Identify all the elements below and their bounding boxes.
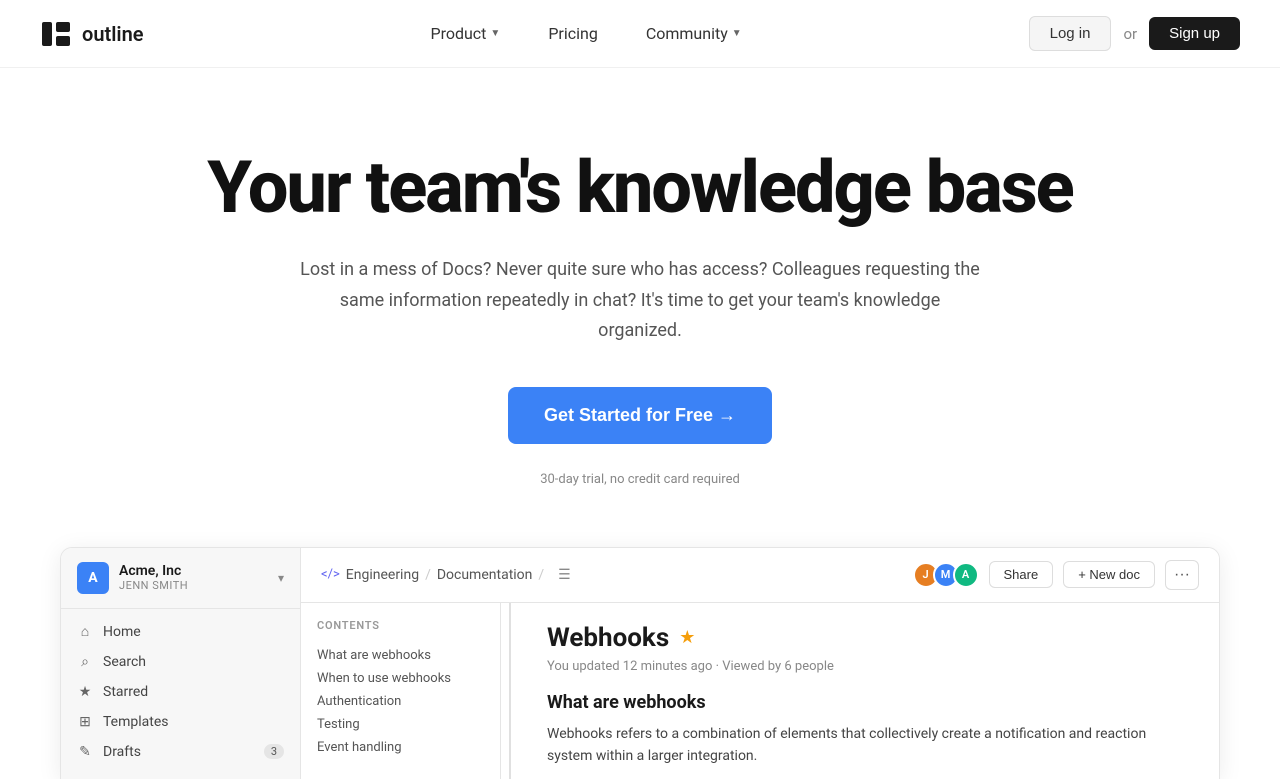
sidebar-item-home[interactable]: ⌂ Home [61,617,300,647]
get-started-button[interactable]: Get Started for Free → [508,387,772,444]
hero-subtitle: Lost in a mess of Docs? Never quite sure… [300,255,980,347]
toc-divider [509,603,511,779]
breadcrumb-collection[interactable]: Engineering [346,567,419,583]
doc-body: CONTENTS What are webhooks When to use w… [301,603,1219,779]
home-icon: ⌂ [77,624,93,640]
sidebar-item-drafts[interactable]: ✎ Drafts 3 [61,737,300,767]
table-of-contents: CONTENTS What are webhooks When to use w… [301,603,501,779]
workspace-chevron-icon: ▾ [278,571,284,585]
templates-icon: ⊞ [77,714,93,730]
signup-button[interactable]: Sign up [1149,17,1240,50]
star-icon: ★ [77,684,93,700]
search-icon: ⌕ [77,654,93,670]
collaborator-avatars: J M A [913,562,979,588]
doc-header-actions: J M A Share + New doc ··· [913,560,1199,590]
nav-product[interactable]: Product ▼ [410,16,520,51]
breadcrumb: </> Engineering / Documentation / ☰ [321,567,571,583]
collections-label: COLLECTIONS [61,775,300,779]
nav-pricing[interactable]: Pricing [528,16,618,51]
sidebar-item-templates[interactable]: ⊞ Templates [61,707,300,737]
toc-item-event-handling[interactable]: Event handling [317,736,484,759]
product-chevron-icon: ▼ [490,28,500,39]
login-button[interactable]: Log in [1029,16,1112,51]
share-button[interactable]: Share [989,561,1054,588]
auth-or-label: or [1123,25,1137,43]
sidebar-item-search[interactable]: ⌕ Search [61,647,300,677]
header: outline Product ▼ Pricing Community ▼ Lo… [0,0,1280,68]
breadcrumb-page[interactable]: Documentation [437,567,533,583]
breadcrumb-sep-2: / [538,567,544,583]
breadcrumb-menu-icon[interactable]: ☰ [558,567,571,583]
toc-item-when[interactable]: When to use webhooks [317,667,484,690]
toc-title: CONTENTS [317,619,484,632]
doc-header: </> Engineering / Documentation / ☰ J M … [301,548,1219,603]
doc-title-row: Webhooks ★ [547,623,1191,653]
code-icon: </> [321,567,340,582]
drafts-badge: 3 [264,744,284,759]
main-content: </> Engineering / Documentation / ☰ J M … [301,548,1219,779]
new-doc-button[interactable]: + New doc [1063,561,1155,588]
document-meta: You updated 12 minutes ago · Viewed by 6… [547,659,1191,674]
app-preview: A Acme, Inc JENN SMITH ▾ ⌂ Home ⌕ Search… [60,547,1220,779]
starred-icon[interactable]: ★ [679,627,695,648]
workspace-user: JENN SMITH [119,579,188,592]
toc-item-testing[interactable]: Testing [317,713,484,736]
section-title: What are webhooks [547,692,1191,713]
toc-item-webhooks[interactable]: What are webhooks [317,644,484,667]
nav-community[interactable]: Community ▼ [626,16,762,51]
breadcrumb-sep-1: / [425,567,431,583]
hero-section: Your team's knowledge base Lost in a mes… [0,68,1280,527]
main-nav: Product ▼ Pricing Community ▼ [410,16,761,51]
workspace-switcher[interactable]: A Acme, Inc JENN SMITH ▾ [61,548,300,609]
community-chevron-icon: ▼ [732,28,742,39]
outline-logo-icon [40,18,72,50]
workspace-avatar: A [77,562,109,594]
drafts-icon: ✎ [77,744,93,760]
logo-text: outline [82,22,144,46]
sidebar: A Acme, Inc JENN SMITH ▾ ⌂ Home ⌕ Search… [61,548,301,779]
hero-title: Your team's knowledge base [40,148,1240,227]
sidebar-nav: ⌂ Home ⌕ Search ★ Starred ⊞ Templates ✎ … [61,609,300,775]
hero-note: 30-day trial, no credit card required [40,472,1240,487]
document-body: Webhooks refers to a combination of elem… [547,723,1191,768]
workspace-name: Acme, Inc [119,563,188,579]
avatar-3: A [953,562,979,588]
toc-item-authentication[interactable]: Authentication [317,690,484,713]
more-options-button[interactable]: ··· [1165,560,1199,590]
document-title: Webhooks [547,623,669,653]
document-main: Webhooks ★ You updated 12 minutes ago · … [519,603,1219,779]
auth-area: Log in or Sign up [1029,16,1240,51]
logo[interactable]: outline [40,18,144,50]
sidebar-item-starred[interactable]: ★ Starred [61,677,300,707]
